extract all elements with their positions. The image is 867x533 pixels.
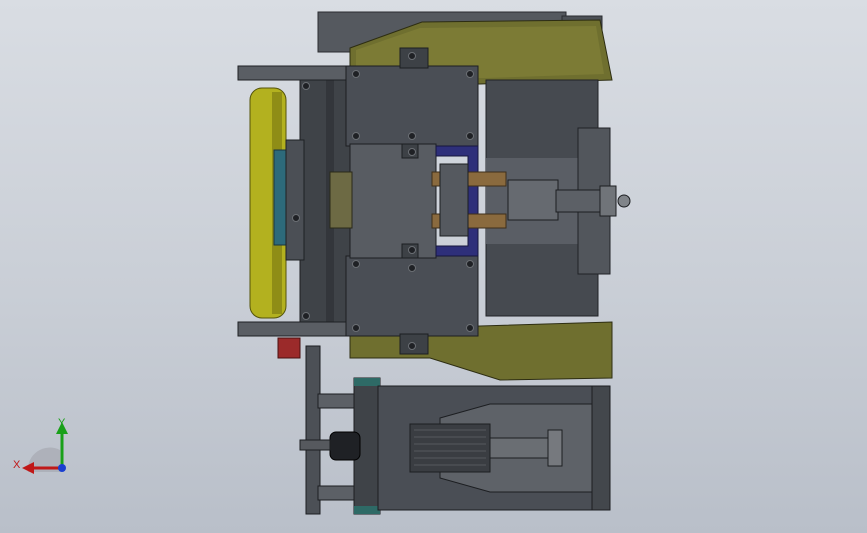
bolt-icon — [408, 264, 416, 272]
bolt-icon — [302, 312, 310, 320]
bolt-icon — [302, 82, 310, 90]
x-axis-arrow — [22, 462, 34, 474]
shaft-nut[interactable] — [599, 185, 617, 217]
bolt-icon — [466, 132, 474, 140]
bolt-icon — [292, 214, 300, 222]
black-fitting[interactable] — [329, 431, 361, 461]
bolt-icon — [466, 70, 474, 78]
cylinder-rod[interactable] — [489, 437, 551, 459]
bolt-icon — [408, 52, 416, 60]
fitting-stub[interactable] — [299, 439, 331, 451]
rod-guide[interactable] — [439, 163, 469, 237]
view-orientation-triad[interactable]: Y X — [10, 412, 80, 482]
cylinder-end-plate[interactable] — [591, 385, 611, 511]
assembly-model-top-view[interactable] — [0, 0, 867, 533]
bearing-block[interactable] — [285, 139, 305, 261]
cylinder-rod-end[interactable] — [547, 429, 563, 467]
y-axis-label: Y — [58, 417, 66, 429]
bolt-icon — [352, 70, 360, 78]
z-axis-dot — [58, 464, 66, 472]
bolt-icon — [352, 132, 360, 140]
bolt-icon — [408, 246, 416, 254]
cylinder-mount-teal-top — [354, 378, 380, 386]
shaft-tip[interactable] — [617, 194, 631, 208]
center-body[interactable] — [349, 143, 437, 259]
bolt-icon — [466, 324, 474, 332]
bolt-icon — [408, 342, 416, 350]
bottom-rail[interactable] — [237, 321, 349, 337]
bolt-icon — [408, 132, 416, 140]
red-bracket[interactable] — [277, 337, 301, 359]
cylinder-mount-teal-bottom — [354, 506, 380, 514]
actuator-shaft[interactable] — [555, 189, 605, 213]
top-rail[interactable] — [237, 65, 349, 81]
bolt-icon — [466, 260, 474, 268]
bolt-icon — [352, 260, 360, 268]
bolt-icon — [352, 324, 360, 332]
sensor-block[interactable] — [329, 171, 353, 229]
cad-viewport[interactable]: Y X — [0, 0, 867, 533]
bolt-icon — [408, 148, 416, 156]
coupler[interactable] — [507, 179, 559, 221]
x-axis-label: X — [13, 459, 21, 471]
